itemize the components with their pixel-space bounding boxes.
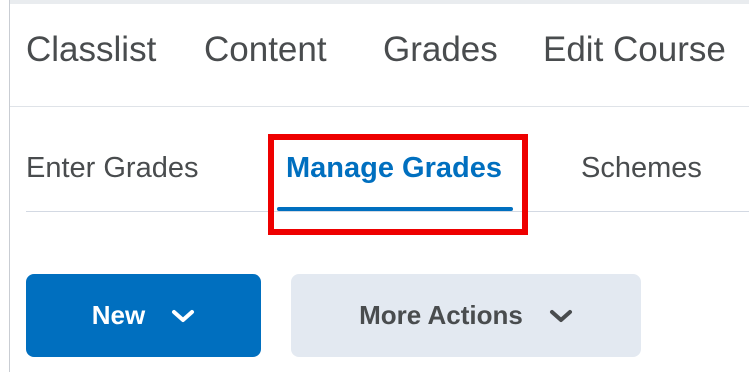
nav-item-content[interactable]: Content <box>204 32 327 68</box>
tab-schemes[interactable]: Schemes <box>581 153 702 183</box>
window-left-edge <box>0 0 10 372</box>
new-button[interactable]: New <box>26 274 261 357</box>
chevron-down-icon <box>549 308 573 324</box>
tab-enter-grades[interactable]: Enter Grades <box>26 153 198 183</box>
nav-item-classlist[interactable]: Classlist <box>26 32 156 68</box>
course-navbar: Classlist Content Grades Edit Course <box>10 4 749 107</box>
chevron-down-icon <box>171 308 195 324</box>
more-actions-button-label: More Actions <box>359 300 523 330</box>
nav-item-grades[interactable]: Grades <box>383 32 498 68</box>
new-button-label: New <box>91 300 146 330</box>
more-actions-button[interactable]: More Actions <box>291 274 641 357</box>
manage-grades-highlight-box <box>268 134 528 235</box>
nav-item-edit-course[interactable]: Edit Course <box>543 32 726 68</box>
